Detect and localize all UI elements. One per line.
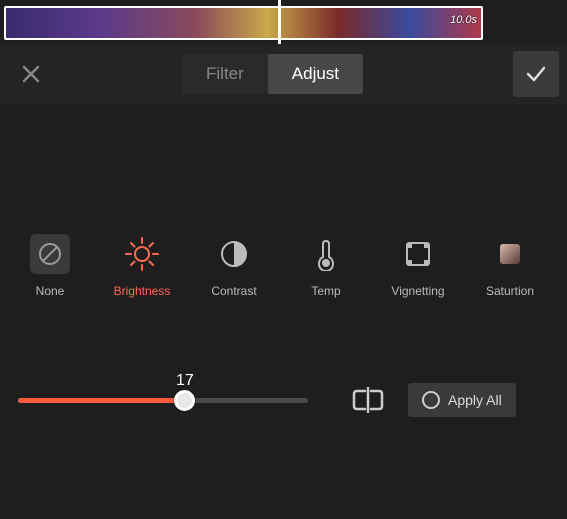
slider-track[interactable] [18, 398, 308, 403]
option-brightness-label: Brightness [114, 284, 171, 298]
option-brightness[interactable]: Brightness [110, 234, 174, 298]
option-none-label: None [36, 284, 65, 298]
slider-value: 17 [176, 372, 194, 390]
playhead[interactable] [278, 0, 281, 44]
close-icon [20, 63, 42, 85]
check-icon [524, 62, 548, 86]
option-vignetting[interactable]: Vignetting [386, 234, 450, 298]
adjust-slider[interactable]: 17 [18, 398, 308, 403]
temp-icon [306, 234, 346, 274]
option-none[interactable]: None [18, 234, 82, 298]
close-button[interactable] [8, 51, 54, 97]
tab-group: Filter Adjust [182, 54, 363, 94]
option-temp-label: Temp [311, 284, 340, 298]
adjust-options-row: None Brightness Contrast Temp Vignetting… [0, 104, 567, 298]
contrast-icon [214, 234, 254, 274]
confirm-button[interactable] [513, 51, 559, 97]
option-saturation[interactable]: Saturtion [478, 234, 542, 298]
slider-fill [18, 398, 184, 403]
option-contrast-label: Contrast [211, 284, 256, 298]
option-saturation-label: Saturtion [486, 284, 534, 298]
apply-all-button[interactable]: Apply All [408, 383, 516, 417]
clip-timecode: 10.0s [450, 14, 477, 26]
tab-filter[interactable]: Filter [182, 54, 268, 94]
option-vignetting-label: Vignetting [391, 284, 444, 298]
option-contrast[interactable]: Contrast [202, 234, 266, 298]
compare-button[interactable] [348, 380, 388, 420]
video-clip[interactable] [4, 6, 483, 40]
slider-thumb[interactable] [174, 390, 195, 411]
saturation-icon [490, 234, 530, 274]
none-icon [30, 234, 70, 274]
top-bar: Filter Adjust [0, 44, 567, 104]
brightness-icon [122, 234, 162, 274]
option-temp[interactable]: Temp [294, 234, 358, 298]
circle-icon [422, 391, 440, 409]
tab-adjust[interactable]: Adjust [268, 54, 363, 94]
vignetting-icon [398, 234, 438, 274]
compare-icon [351, 387, 385, 413]
slider-row: 17 Apply All [0, 298, 567, 420]
timeline[interactable]: 10.0s [0, 0, 567, 44]
apply-all-label: Apply All [448, 392, 502, 408]
